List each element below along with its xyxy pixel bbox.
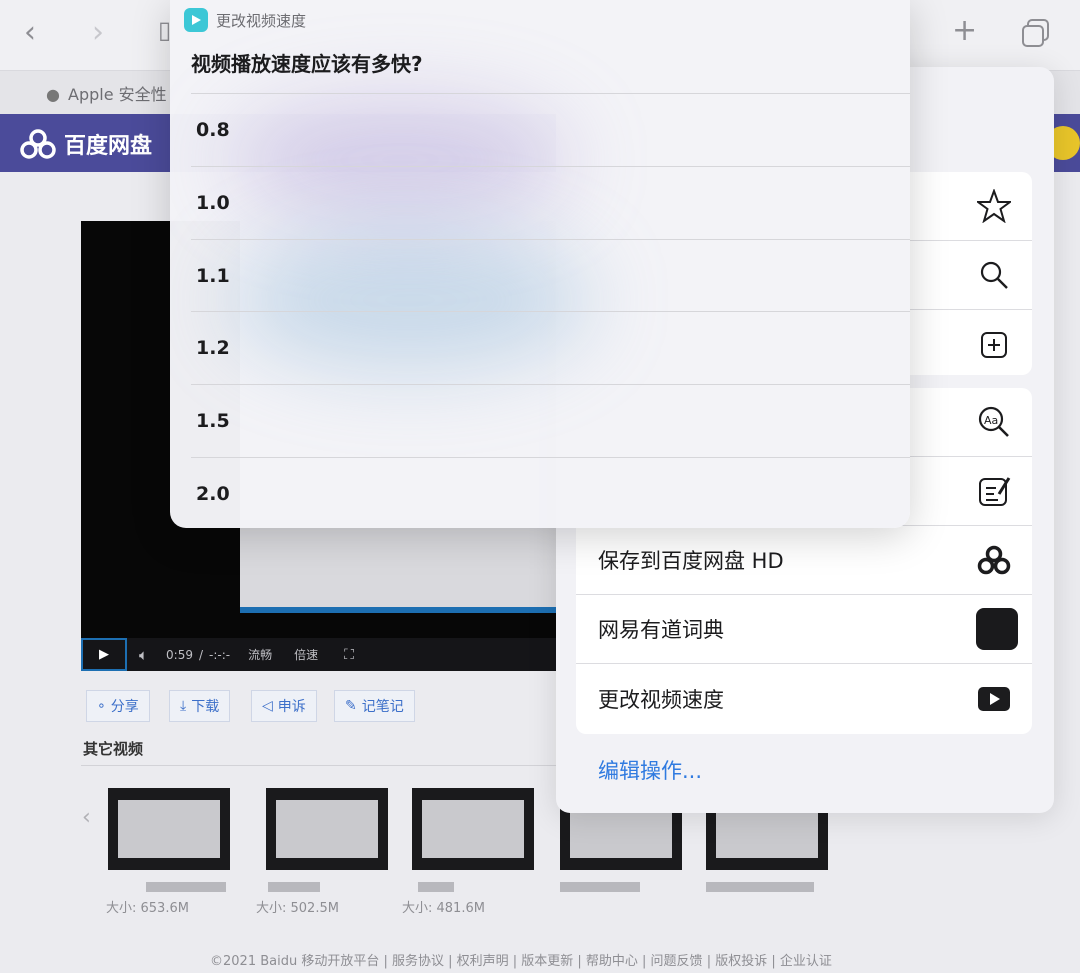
apple-logo-icon: ● [46,85,60,104]
speed-choice-dialog: 更改视频速度 视频播放速度应该有多快? 0.8 1.0 1.1 1.2 1.5 … [170,0,910,528]
video-size: 大小: 653.6M [106,901,189,916]
speed-button[interactable]: 倍速 [294,646,318,663]
video-size: 大小: 481.6M [402,901,485,916]
redacted-title [706,882,814,892]
time-separator: / [198,647,204,662]
redacted-title [146,882,226,892]
play-icon [974,679,1014,719]
divider [81,765,556,766]
redacted-title [268,882,320,892]
download-icon: ⤓ [180,698,187,714]
forward-icon[interactable]: › [92,18,104,48]
baidu-cloud-logo-icon [20,129,56,159]
pencil-icon: ✎ [345,698,357,714]
new-tab-icon[interactable]: + [952,16,977,46]
time-duration: -:-:- [209,647,231,662]
speed-option[interactable]: 1.0 [191,166,910,239]
speed-option[interactable]: 2.0 [191,457,910,528]
search-icon [974,255,1014,295]
appeal-button[interactable]: ◁ 申诉 [251,690,317,722]
share-row-video-speed[interactable]: 更改视频速度 [576,664,1032,733]
video-thumbnail[interactable] [108,788,230,870]
video-thumbnail[interactable] [412,788,534,870]
speed-option[interactable]: 0.8 [191,93,910,166]
share-icon: ∘ [97,698,106,714]
play-icon: ▶ [99,647,109,662]
play-button[interactable]: ▶ [81,638,127,671]
shortcut-app-icon [184,8,208,32]
redacted-title [418,882,454,892]
fullscreen-icon[interactable]: ⛶ [344,647,354,663]
site-logo[interactable]: 百度网盘 [18,124,152,164]
speed-option[interactable]: 1.5 [191,384,910,457]
youdao-icon [976,608,1018,650]
time-current: 0:59 [166,647,193,662]
video-thumbnail[interactable] [266,788,388,870]
speed-option[interactable]: 1.2 [191,311,910,384]
dialog-question: 视频播放速度应该有多快? [191,52,423,76]
player-controls: ▶ 🔈︎ 0:59 / -:-:- 流畅 倍速 ⛶ [81,638,556,671]
quality-button[interactable]: 流畅 [248,646,272,663]
video-progress-bar[interactable] [240,607,556,613]
add-square-icon [974,325,1014,365]
back-icon[interactable]: ‹ [24,18,36,48]
star-icon [974,186,1014,226]
tabs-overview-icon[interactable] [1020,18,1052,50]
redacted-title [560,882,640,892]
download-button[interactable]: ⤓ 下载 [169,690,231,722]
bookmark-item[interactable]: ● Apple 安全性 [46,81,167,105]
baidu-cloud-icon [974,540,1014,580]
volume-icon[interactable]: 🔈︎ [139,646,148,664]
megaphone-icon: ◁ [262,698,273,714]
edit-actions-link[interactable]: 编辑操作... [598,755,702,785]
markup-icon [974,471,1014,511]
share-row-save-baidu[interactable]: 保存到百度网盘 HD [576,526,1032,595]
note-button[interactable]: ✎ 记笔记 [334,690,415,722]
other-videos-title: 其它视频 [83,740,144,758]
share-row-youdao[interactable]: 网易有道词典 [576,595,1032,664]
svg-text:Aa: Aa [984,414,998,427]
dictionary-icon: Aa [974,402,1014,442]
share-button[interactable]: ∘ 分享 [86,690,150,722]
speed-option[interactable]: 1.1 [191,239,910,312]
chevron-left-icon[interactable]: ‹ [82,805,91,830]
page-footer: ©2021 Baidu 移动开放平台 | 服务协议 | 权利声明 | 版本更新 … [210,954,832,969]
dialog-header: 更改视频速度 [184,8,306,32]
video-size: 大小: 502.5M [256,901,339,916]
